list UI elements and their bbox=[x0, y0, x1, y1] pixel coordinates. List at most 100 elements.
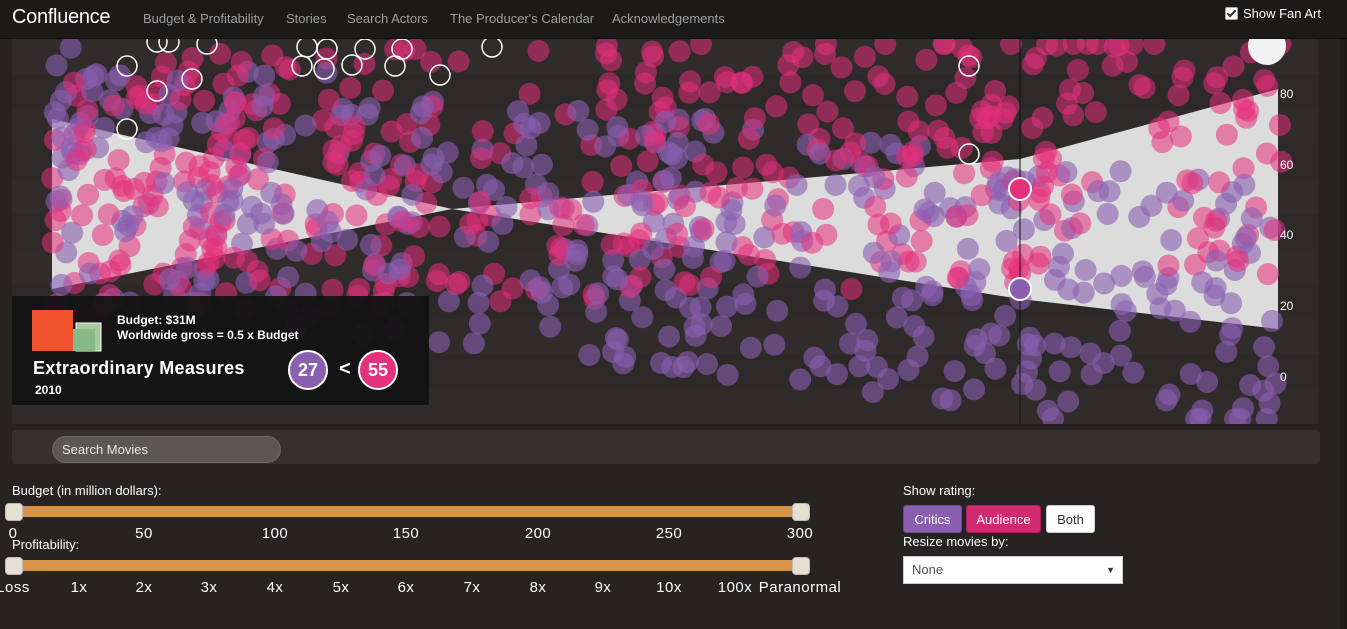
movie-bubble[interactable] bbox=[679, 296, 702, 319]
movie-bubble[interactable] bbox=[572, 213, 595, 236]
movie-bubble[interactable] bbox=[737, 243, 760, 266]
movie-bubble[interactable] bbox=[530, 153, 553, 176]
movie-bubble[interactable] bbox=[737, 127, 760, 150]
movie-bubble[interactable] bbox=[310, 230, 333, 253]
movie-bubble[interactable] bbox=[1066, 59, 1089, 81]
movie-bubble[interactable] bbox=[363, 164, 386, 187]
movie-bubble[interactable] bbox=[1203, 284, 1226, 307]
movie-bubble[interactable] bbox=[315, 61, 338, 84]
movie-bubble[interactable] bbox=[1253, 336, 1276, 359]
movie-bubble[interactable] bbox=[582, 190, 605, 213]
movie-bubble[interactable] bbox=[945, 81, 968, 104]
movie-bubble[interactable] bbox=[1018, 326, 1041, 349]
movie-bubble[interactable] bbox=[248, 269, 271, 292]
movie-bubble[interactable] bbox=[1057, 390, 1080, 413]
movie-bubble[interactable] bbox=[469, 147, 492, 170]
movie-bubble[interactable] bbox=[372, 79, 395, 102]
movie-bubble[interactable] bbox=[968, 258, 991, 281]
movie-bubble[interactable] bbox=[217, 111, 240, 134]
movie-bubble[interactable] bbox=[1087, 180, 1110, 203]
movie-bubble[interactable] bbox=[1167, 84, 1190, 107]
movie-bubble[interactable] bbox=[145, 126, 168, 149]
movie-bubble[interactable] bbox=[469, 190, 492, 213]
movie-bubble[interactable] bbox=[970, 184, 993, 207]
movie-bubble[interactable] bbox=[539, 315, 562, 338]
movie-bubble[interactable] bbox=[878, 261, 901, 283]
movie-bubble[interactable] bbox=[253, 64, 276, 87]
nav-acknowledgements[interactable]: Acknowledgements bbox=[612, 11, 725, 26]
movie-bubble[interactable] bbox=[933, 127, 956, 149]
movie-bubble[interactable] bbox=[1227, 250, 1250, 273]
movie-bubble[interactable] bbox=[692, 217, 715, 240]
movie-bubble[interactable] bbox=[343, 115, 366, 138]
movie-bubble[interactable] bbox=[49, 185, 72, 208]
movie-bubble[interactable] bbox=[668, 40, 691, 63]
movie-bubble[interactable] bbox=[1269, 114, 1291, 136]
movie-bubble[interactable] bbox=[1056, 92, 1078, 115]
movie-bubble[interactable] bbox=[653, 258, 676, 281]
movie-bubble[interactable] bbox=[789, 256, 812, 279]
movie-bubble[interactable] bbox=[853, 45, 876, 68]
movie-bubble[interactable] bbox=[844, 80, 866, 103]
movie-bubble[interactable] bbox=[910, 230, 933, 252]
movie-bubble[interactable] bbox=[411, 95, 434, 118]
movie-bubble[interactable] bbox=[91, 224, 114, 246]
movie-bubble[interactable] bbox=[666, 131, 689, 154]
movie-bubble[interactable] bbox=[45, 54, 68, 77]
movie-bubble[interactable] bbox=[746, 265, 769, 288]
brand-logo[interactable]: Confluence bbox=[12, 6, 110, 29]
movie-bubble[interactable] bbox=[471, 120, 494, 143]
movie-bubble[interactable] bbox=[468, 312, 491, 335]
movie-bubble[interactable] bbox=[915, 48, 938, 71]
movie-bubble[interactable] bbox=[904, 250, 927, 273]
movie-bubble[interactable] bbox=[256, 151, 279, 174]
movie-bubble[interactable] bbox=[901, 289, 923, 312]
movie-bubble[interactable] bbox=[1043, 332, 1066, 355]
movie-bubble[interactable] bbox=[198, 228, 221, 251]
movie-bubble[interactable] bbox=[980, 121, 1003, 144]
movie-bubble[interactable] bbox=[285, 239, 308, 262]
movie-bubble[interactable] bbox=[223, 91, 246, 114]
movie-bubble[interactable] bbox=[403, 245, 426, 268]
show-fan-art-toggle[interactable]: Show Fan Art bbox=[1224, 6, 1321, 21]
movie-bubble[interactable] bbox=[764, 194, 787, 217]
movie-bubble[interactable] bbox=[801, 231, 824, 254]
movie-bubble[interactable] bbox=[1031, 106, 1054, 129]
movie-bubble[interactable] bbox=[530, 281, 553, 304]
movie-bubble[interactable] bbox=[921, 280, 944, 303]
movie-bubble[interactable] bbox=[797, 113, 820, 136]
movie-bubble[interactable] bbox=[642, 45, 665, 68]
resize-movies-select[interactable]: None ▼ bbox=[903, 556, 1123, 584]
movie-bubble[interactable] bbox=[365, 183, 388, 206]
movie-bubble[interactable] bbox=[652, 169, 675, 192]
movie-bubble[interactable] bbox=[114, 220, 137, 243]
movie-bubble[interactable] bbox=[324, 116, 347, 139]
movie-bubble[interactable] bbox=[614, 345, 637, 368]
movie-bubble[interactable] bbox=[839, 332, 861, 355]
movie-bubble[interactable] bbox=[43, 101, 66, 124]
movie-bubble[interactable] bbox=[1256, 74, 1279, 97]
movie-bubble[interactable] bbox=[697, 112, 720, 135]
movie-bubble[interactable] bbox=[191, 111, 214, 134]
movie-bubble[interactable] bbox=[917, 201, 940, 224]
movie-bubble[interactable] bbox=[654, 110, 677, 133]
movie-bubble[interactable] bbox=[642, 238, 664, 260]
movie-bubble[interactable] bbox=[567, 99, 590, 122]
movie-bubble[interactable] bbox=[50, 273, 73, 296]
movie-bubble[interactable] bbox=[462, 332, 485, 355]
movie-bubble[interactable] bbox=[713, 249, 736, 272]
movie-bubble[interactable] bbox=[107, 149, 130, 171]
movie-bubble[interactable] bbox=[108, 249, 131, 272]
movie-bubble[interactable] bbox=[103, 94, 125, 117]
movie-bubble[interactable] bbox=[761, 161, 784, 184]
movie-bubble[interactable] bbox=[1179, 363, 1202, 385]
movie-bubble[interactable] bbox=[1160, 229, 1183, 251]
movie-bubble[interactable] bbox=[743, 107, 766, 130]
movie-bubble[interactable] bbox=[1093, 272, 1116, 295]
movie-bubble[interactable] bbox=[1122, 361, 1145, 384]
movie-bubble[interactable] bbox=[766, 299, 789, 322]
movie-bubble[interactable] bbox=[1048, 360, 1071, 383]
movie-bubble[interactable] bbox=[946, 266, 969, 289]
movie-bubble[interactable] bbox=[731, 72, 754, 94]
movie-bubble[interactable] bbox=[1158, 383, 1181, 406]
